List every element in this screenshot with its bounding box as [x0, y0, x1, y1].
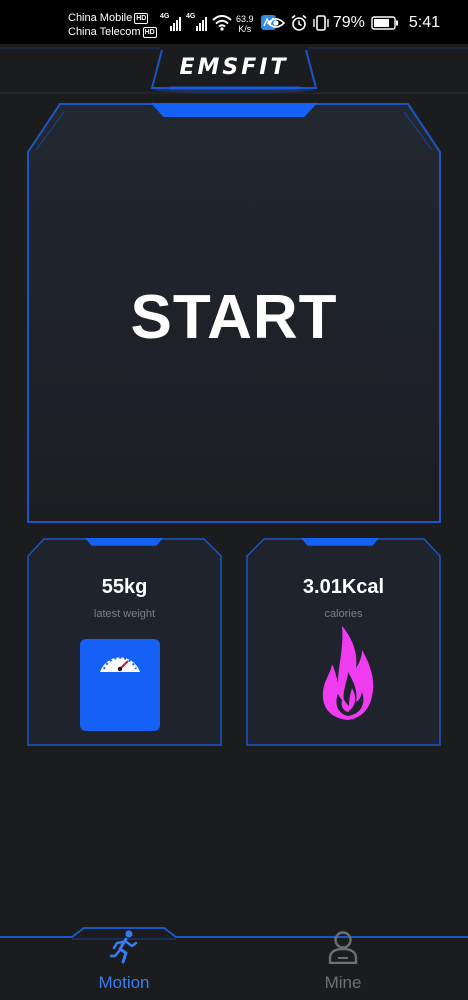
scale-icon [80, 639, 160, 731]
start-label[interactable]: START [0, 282, 468, 353]
calories-value: 3.01Kcal [302, 576, 385, 598]
weight-caption: latest weight [93, 608, 156, 620]
flame-icon [322, 626, 374, 720]
tab-mine-label: Mine [324, 973, 362, 992]
start-panel[interactable]: START [0, 0, 468, 530]
tab-mine[interactable]: Mine [283, 930, 403, 993]
weight-value: 55kg [101, 576, 148, 598]
tab-motion-label: Motion [98, 973, 150, 992]
running-icon [109, 930, 138, 964]
tab-motion[interactable]: Motion [64, 930, 184, 993]
user-icon [328, 931, 358, 965]
calories-caption: calories [324, 608, 363, 620]
